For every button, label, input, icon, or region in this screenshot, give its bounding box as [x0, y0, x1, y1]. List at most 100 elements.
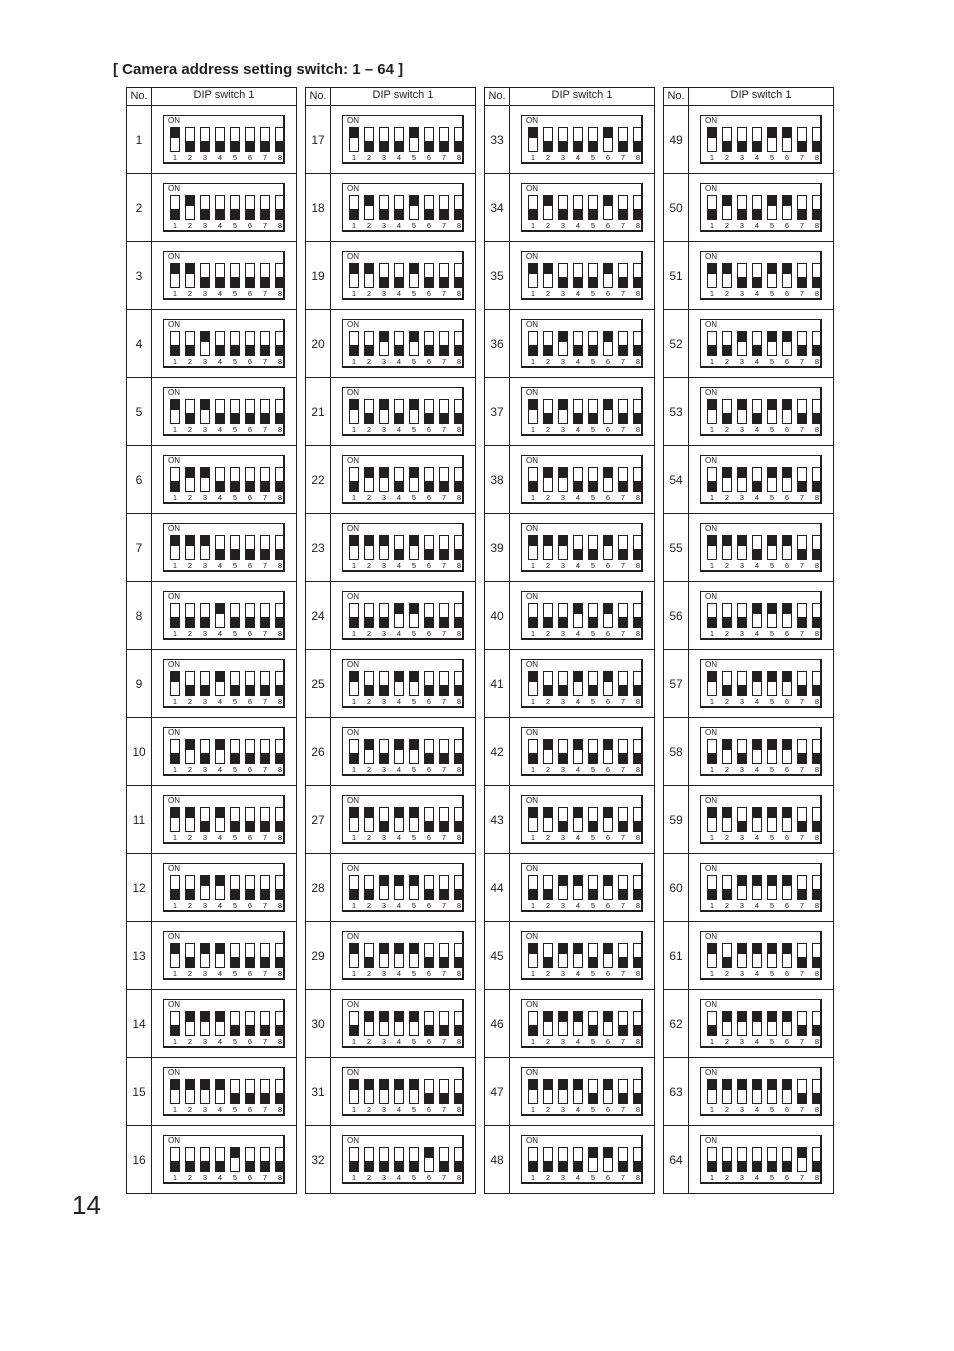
dip-switch-8: [633, 263, 643, 288]
dip-switch-2: [364, 399, 374, 424]
switch-number-label: 5: [411, 1037, 417, 1046]
dip-switch-5: [767, 331, 777, 356]
dip-switch-7: [618, 263, 628, 288]
dip-switch-cell: ON 1 2 3 4 5 6 7 8: [510, 1126, 654, 1193]
switch-number-label: 1: [709, 357, 715, 366]
camera-number: 29: [306, 922, 331, 989]
switch-knob-on: [559, 1080, 567, 1090]
dip-switch-6: [424, 943, 434, 968]
dip-switch-7: [797, 331, 807, 356]
dip-switch-4: [573, 875, 583, 900]
switch-number-label: 7: [620, 1037, 626, 1046]
switch-number-label: 6: [247, 697, 253, 706]
switch-number-label: 4: [754, 901, 760, 910]
switch-number-label: 2: [545, 969, 551, 978]
camera-number: 47: [485, 1058, 510, 1125]
switch-knob-off: [813, 209, 821, 219]
switch-knob-on: [365, 1012, 373, 1022]
dip-switch-8: [454, 671, 464, 696]
header-dip-switch: DIP switch 1: [372, 89, 434, 101]
dip-switch-1: [707, 535, 717, 560]
dip-switch-4: [394, 195, 404, 220]
dip-switch-5: [230, 1011, 240, 1036]
on-label: ON: [168, 1000, 180, 1009]
switch-number-label: 8: [277, 357, 283, 366]
dip-switch-6: [424, 671, 434, 696]
switch-knob-off: [350, 889, 358, 899]
switch-knob-off: [813, 481, 821, 491]
camera-number: 25: [306, 650, 331, 717]
dip-switch-4: [573, 399, 583, 424]
switch-number-label: 3: [739, 221, 745, 230]
dip-switch-6: [424, 535, 434, 560]
switch-knob-on: [723, 740, 731, 750]
dip-switch-7: [618, 875, 628, 900]
switch-knob-on: [350, 264, 358, 274]
switch-knob-on: [783, 536, 791, 546]
switch-knob-on: [201, 400, 209, 410]
on-label: ON: [705, 116, 717, 125]
switch-number-label: 1: [709, 901, 715, 910]
dip-switch-4: [752, 127, 762, 152]
on-label: ON: [526, 1000, 538, 1009]
switch-number-label: 7: [441, 561, 447, 570]
switch-number-label: 3: [739, 833, 745, 842]
dip-switch-8: [812, 1147, 822, 1172]
switch-knob-on: [604, 400, 612, 410]
dip-switch-8: [812, 603, 822, 628]
dip-switch-1: [528, 195, 538, 220]
camera-number: 46: [485, 990, 510, 1057]
dip-switch-7: [260, 467, 270, 492]
dip-switch-3: [379, 467, 389, 492]
switch-number-label: 2: [366, 153, 372, 162]
switch-knob-off: [798, 413, 806, 423]
switch-knob-off: [440, 753, 448, 763]
on-label: ON: [347, 1068, 359, 1077]
switch-knob-on: [738, 536, 746, 546]
dip-switch-5: [409, 671, 419, 696]
dip-switch-6: [245, 127, 255, 152]
switch-knob-off: [544, 141, 552, 151]
switch-knob-on: [171, 808, 179, 818]
switch-knob-off: [813, 141, 821, 151]
camera-number: 17: [306, 106, 331, 173]
dip-switch-1: [170, 535, 180, 560]
dip-switch-7: [618, 943, 628, 968]
dip-switch-4: [573, 1011, 583, 1036]
switch-number-label: 5: [232, 629, 238, 638]
table-row: 2 ON 1 2 3 4 5 6 7 8: [127, 174, 296, 242]
dip-switch-5: [588, 195, 598, 220]
switch-number-label: 2: [545, 221, 551, 230]
dip-switch-7: [618, 331, 628, 356]
switch-knob-on: [171, 672, 179, 682]
dip-switch-cell: ON 1 2 3 4 5 6 7 8: [331, 990, 475, 1057]
switch-number-label: 3: [381, 289, 387, 298]
dip-switch-6: [245, 603, 255, 628]
dip-switch-3: [379, 807, 389, 832]
dip-switch-3: [737, 943, 747, 968]
dip-switch-3: [200, 1011, 210, 1036]
switch-knob-off: [395, 345, 403, 355]
dip-switch-7: [439, 875, 449, 900]
switch-number-label: 5: [590, 1105, 596, 1114]
switch-knob-off: [634, 277, 642, 287]
switch-knob-on: [201, 876, 209, 886]
switch-number-label: 7: [441, 493, 447, 502]
switch-knob-off: [738, 753, 746, 763]
dip-switch-diagram: ON 1 2 3 4 5 6 7 8: [163, 387, 285, 436]
switch-number-label: 6: [426, 221, 432, 230]
dip-switch-1: [349, 127, 359, 152]
switch-knob-on: [559, 876, 567, 886]
switch-knob-on: [410, 400, 418, 410]
dip-switch-diagram: ON 1 2 3 4 5 6 7 8: [342, 115, 464, 164]
switch-number-label: 5: [590, 833, 596, 842]
dip-switch-6: [603, 467, 613, 492]
dip-switch-3: [200, 1079, 210, 1104]
switch-knob-off: [753, 1161, 761, 1171]
switch-knob-off: [813, 889, 821, 899]
dip-switch-4: [752, 331, 762, 356]
table-header: No. DIP switch 1: [306, 88, 475, 106]
switch-number-label: 8: [456, 765, 462, 774]
dip-switch-cell: ON 1 2 3 4 5 6 7 8: [689, 854, 833, 921]
switch-number-label: 1: [530, 425, 536, 434]
